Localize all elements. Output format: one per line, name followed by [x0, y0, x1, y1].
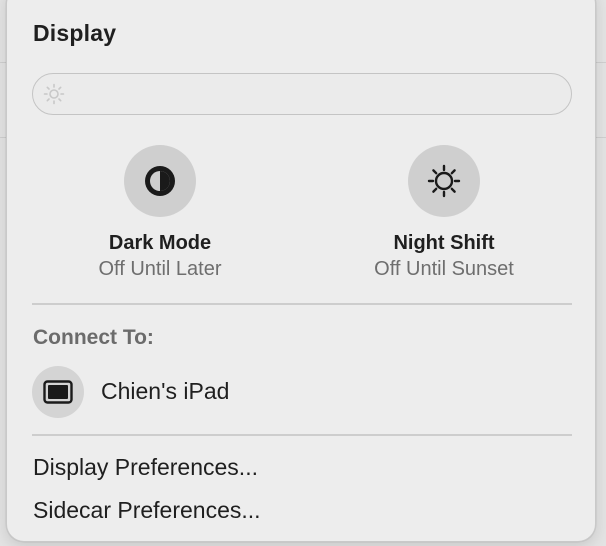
dark-mode-label: Dark Mode	[108, 232, 212, 254]
dark-mode-status: Off Until Later	[98, 258, 222, 280]
device-name: Chien's iPad	[101, 378, 230, 404]
night-shift-status: Off Until Sunset	[374, 258, 514, 280]
dark-mode-button[interactable]	[124, 145, 196, 217]
dark-mode-icon	[145, 166, 175, 196]
connect-to-heading: Connect To:	[33, 326, 154, 349]
night-shift-icon	[427, 164, 461, 198]
brightness-slider[interactable]	[32, 73, 572, 115]
night-shift-button[interactable]	[408, 145, 480, 217]
night-shift-label: Night Shift	[393, 232, 495, 254]
display-preferences-item[interactable]: Display Preferences...	[33, 454, 258, 481]
night-shift-toggle[interactable]: Night Shift Off Until Sunset	[324, 145, 564, 283]
sun-icon	[43, 83, 65, 105]
ipad-icon	[43, 380, 73, 404]
divider	[32, 434, 572, 436]
panel-title: Display	[33, 20, 117, 46]
dark-mode-toggle[interactable]: Dark Mode Off Until Later	[40, 145, 280, 283]
device-item-ipad[interactable]: Chien's iPad	[32, 366, 572, 418]
sidecar-preferences-item[interactable]: Sidecar Preferences...	[33, 497, 261, 524]
divider	[32, 303, 572, 305]
device-icon-button	[32, 366, 84, 418]
